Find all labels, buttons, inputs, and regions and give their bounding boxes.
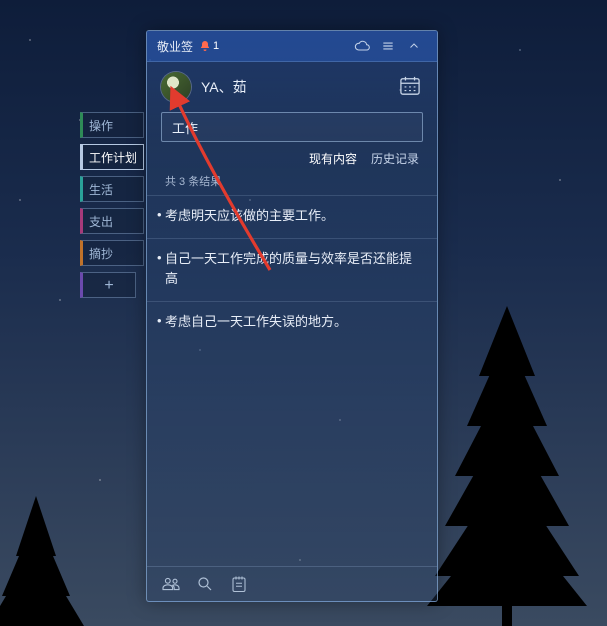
results-list: 考虑明天应该做的主要工作。 自己一天工作完成的质量与效率是否还能提高 考虑自己一… [147, 195, 437, 566]
chevron-up-icon [408, 40, 420, 52]
sidetab-expense[interactable]: 支出 [80, 208, 144, 234]
subtab-history[interactable]: 历史记录 [371, 150, 419, 167]
bell-icon [199, 40, 211, 52]
sidetab-add[interactable]: + [80, 272, 136, 298]
contacts-icon [161, 576, 181, 592]
search-icon [196, 575, 214, 593]
sync-button[interactable] [349, 31, 375, 61]
footer-bar [147, 566, 437, 601]
list-item[interactable]: 自己一天工作完成的质量与效率是否还能提高 [147, 238, 437, 301]
search-button[interactable] [195, 574, 215, 594]
user-row: YA、茹 [147, 62, 437, 112]
notification-badge[interactable]: 1 [199, 40, 219, 52]
results-count: 共 3 条结果 [147, 169, 437, 195]
tree-silhouette [427, 306, 587, 626]
app-window: 敬业签 1 YA、茹 [146, 30, 438, 602]
calendar-button[interactable] [399, 76, 423, 98]
contacts-button[interactable] [161, 574, 181, 594]
avatar[interactable] [161, 72, 191, 102]
search-input[interactable] [170, 119, 414, 136]
collapse-button[interactable] [401, 31, 427, 61]
calendar-icon [399, 76, 421, 96]
app-title: 敬业签 [157, 38, 193, 55]
menu-lines-icon [381, 39, 395, 53]
search-wrap [147, 112, 437, 142]
search-box[interactable] [161, 112, 423, 142]
user-name: YA、茹 [201, 77, 389, 97]
desktop-background: 操作 工作计划 生活 支出 摘抄 + 敬业签 1 YA [0, 0, 607, 626]
sidetab-life[interactable]: 生活 [80, 176, 144, 202]
sidetab-excerpt[interactable]: 摘抄 [80, 240, 144, 266]
result-subtabs: 现有内容 历史记录 [147, 142, 437, 169]
subtab-current[interactable]: 现有内容 [309, 150, 357, 167]
notepad-icon [231, 575, 247, 593]
title-bar: 敬业签 1 [147, 31, 437, 62]
notes-button[interactable] [229, 574, 249, 594]
notification-count: 1 [213, 40, 219, 52]
tree-silhouette-small [0, 486, 120, 626]
list-item[interactable]: 考虑自己一天工作失误的地方。 [147, 301, 437, 344]
menu-button[interactable] [375, 31, 401, 61]
list-item[interactable]: 考虑明天应该做的主要工作。 [147, 195, 437, 238]
cloud-sync-icon [354, 38, 370, 54]
category-tabs: 操作 工作计划 生活 支出 摘抄 + [80, 112, 144, 298]
sidetab-work-plan[interactable]: 工作计划 [80, 144, 144, 170]
sidetab-operate[interactable]: 操作 [80, 112, 144, 138]
